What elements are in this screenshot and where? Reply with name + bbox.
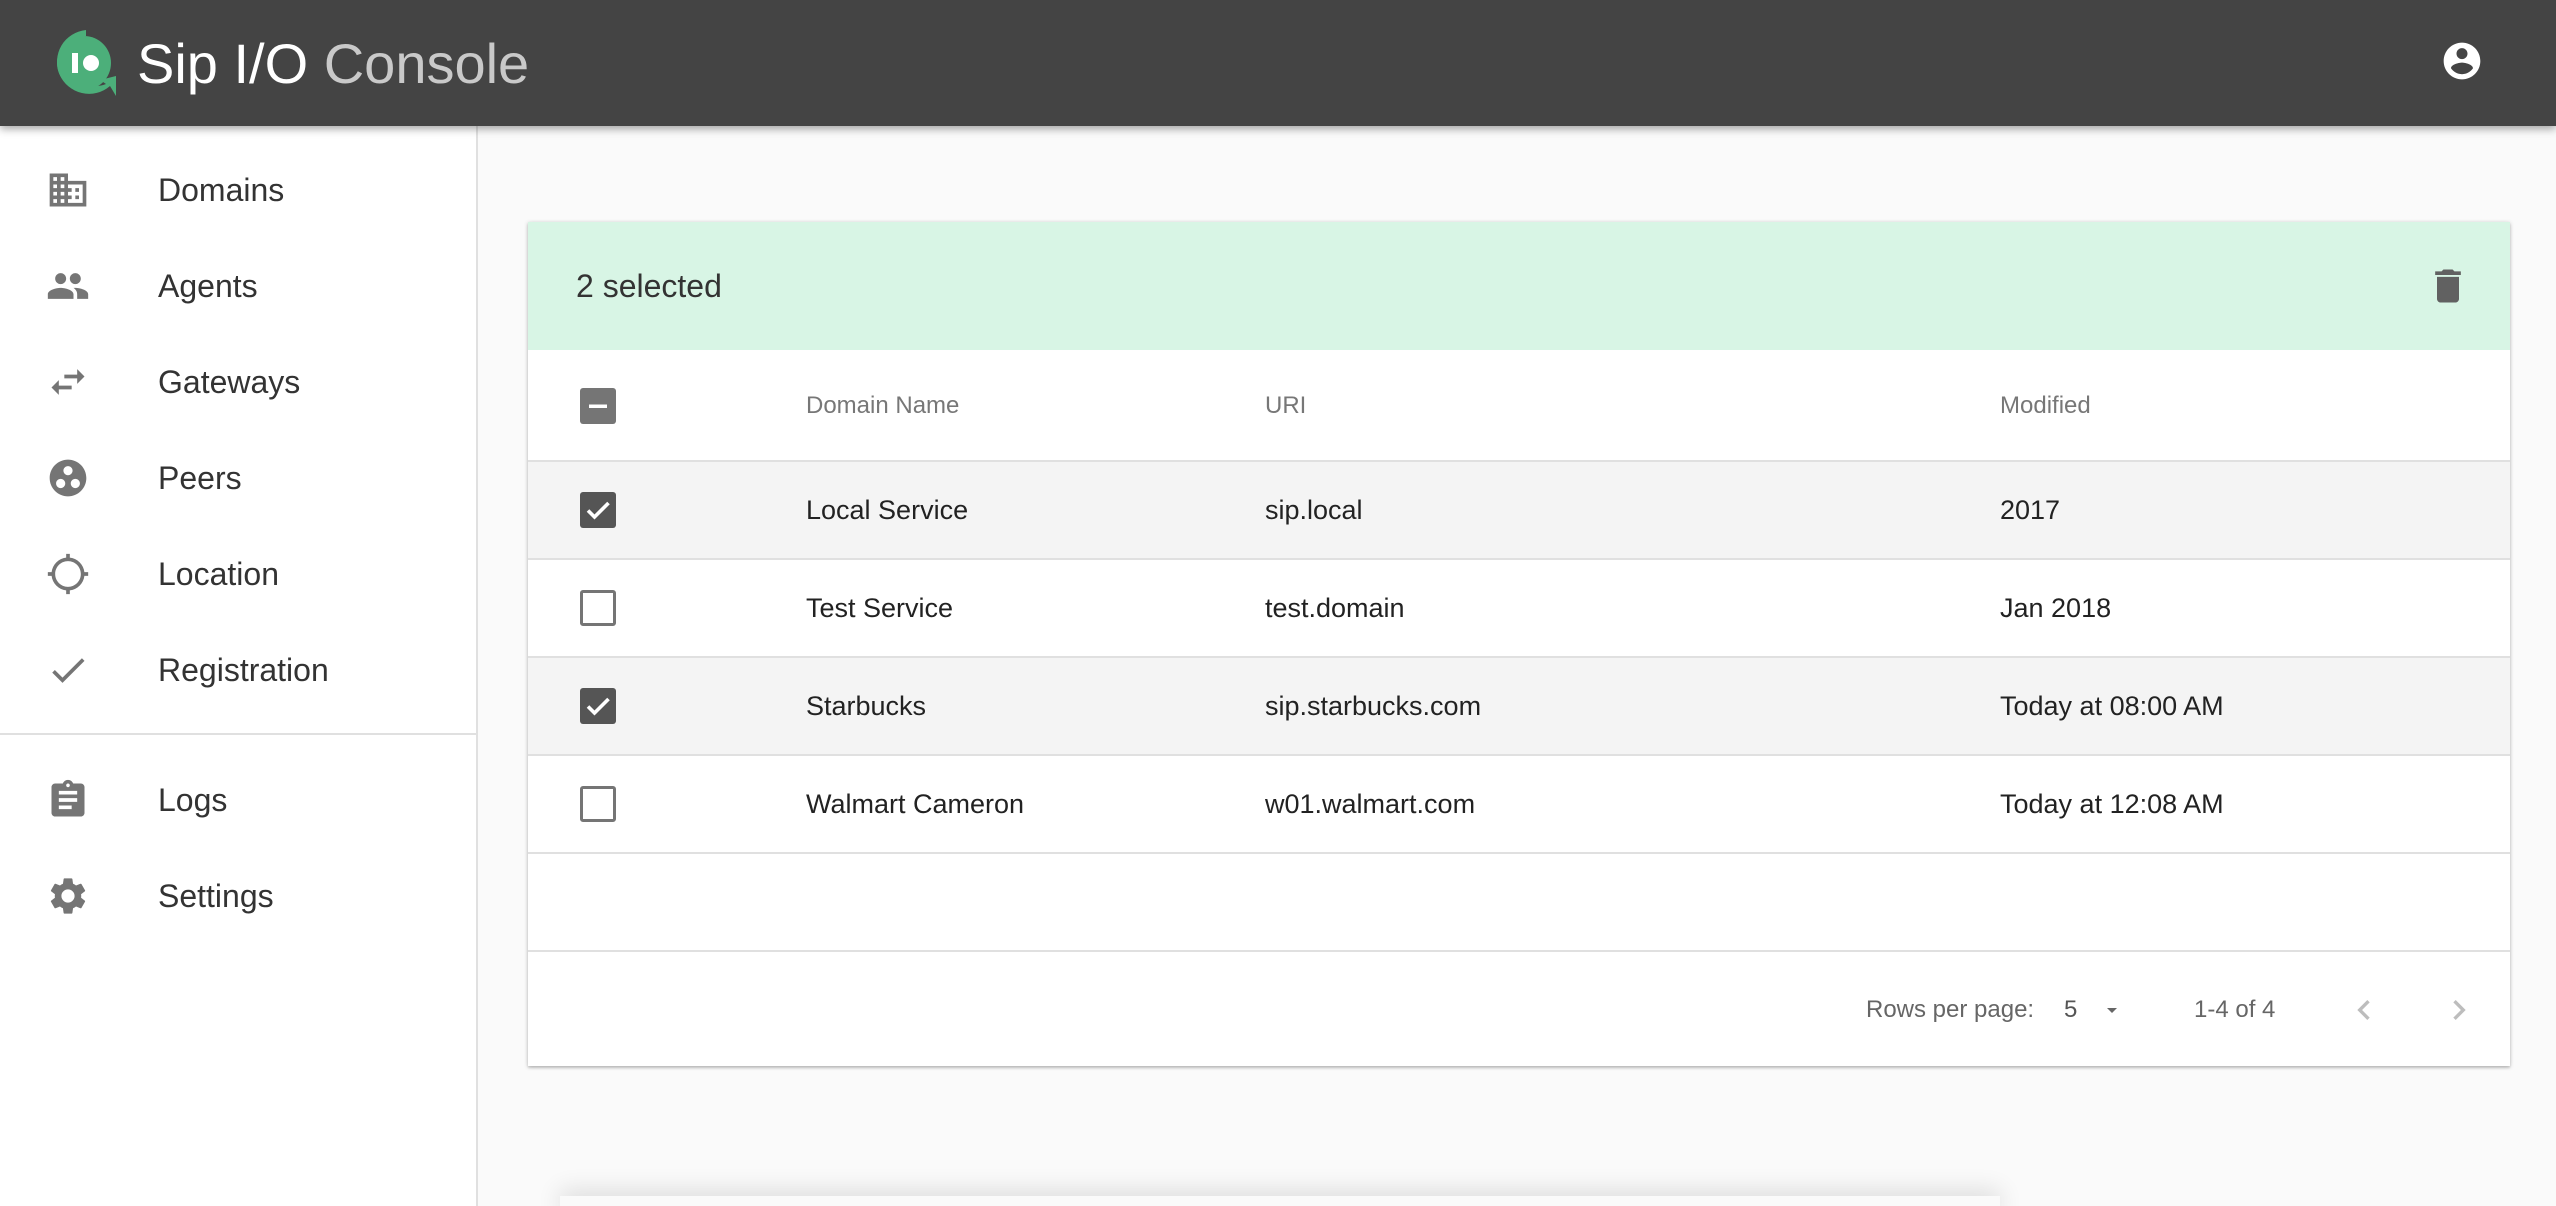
account-circle-icon[interactable] (2440, 39, 2484, 83)
sidebar-item-label: Settings (158, 878, 274, 914)
cell-domain-name: Local Service (806, 495, 969, 525)
trash-icon[interactable] (2426, 264, 2470, 308)
check-icon (52, 658, 85, 683)
domain-building-icon (49, 173, 87, 207)
table-empty-row (528, 854, 2510, 952)
location-crosshair-icon (47, 553, 89, 595)
sidebar-item-registration[interactable]: Registration (0, 622, 476, 718)
sidebar: Domains Agents Gateways Peers Location R… (0, 126, 478, 1206)
sidebar-item-label: Domains (158, 172, 285, 208)
cell-modified: Today at 08:00 AM (2000, 691, 2224, 721)
sidebar-item-domains[interactable]: Domains (0, 142, 476, 238)
row-checkbox[interactable] (580, 688, 616, 724)
app-name-suffix: Console (323, 32, 530, 95)
column-header-domain-name[interactable]: Domain Name (806, 350, 959, 462)
sidebar-item-logs[interactable]: Logs (0, 752, 476, 848)
sipio-logo-icon[interactable] (50, 26, 122, 100)
table-header: Domain Name URI Modified (528, 350, 2510, 462)
chevron-left-icon[interactable] (2344, 990, 2384, 1030)
table-row[interactable]: Walmart Cameron w01.walmart.com Today at… (528, 756, 2510, 854)
dropdown-arrow-icon (2107, 1008, 2117, 1013)
cell-modified: 2017 (2000, 495, 2061, 525)
cell-modified: Today at 12:08 AM (2000, 789, 2224, 819)
sidebar-item-label: Registration (158, 652, 329, 688)
clipboard-icon (51, 779, 85, 817)
row-checkbox[interactable] (580, 590, 616, 626)
minus-icon (589, 404, 607, 408)
rows-per-page-label: Rows per page: (1866, 996, 2035, 1023)
sidebar-item-label: Agents (158, 268, 258, 304)
rows-per-page-value: 5 (2064, 996, 2078, 1023)
sidebar-item-gateways[interactable]: Gateways (0, 334, 476, 430)
table-row[interactable]: Local Service sip.local 2017 (528, 462, 2510, 560)
app-title: Sip I/O Console (137, 32, 529, 96)
check-icon (586, 501, 610, 520)
sidebar-item-agents[interactable]: Agents (0, 238, 476, 334)
cell-domain-name: Starbucks (806, 691, 927, 721)
sidebar-item-label: Gateways (158, 364, 301, 400)
cell-domain-name: Test Service (806, 593, 954, 623)
sidebar-item-label: Peers (158, 460, 242, 496)
sidebar-item-settings[interactable]: Settings (0, 848, 476, 944)
chevron-right-icon[interactable] (2439, 990, 2479, 1030)
column-header-modified[interactable]: Modified (2000, 350, 2091, 462)
selected-count: 2 selected (576, 268, 722, 304)
gear-icon (50, 878, 86, 914)
cell-uri: test.domain (1265, 593, 1405, 623)
sidebar-item-label: Logs (158, 782, 228, 818)
cell-uri: w01.walmart.com (1265, 789, 1476, 819)
row-checkbox[interactable] (580, 492, 616, 528)
cell-modified: Jan 2018 (2000, 593, 2112, 623)
table-row[interactable]: Starbucks sip.starbucks.com Today at 08:… (528, 658, 2510, 756)
check-icon (586, 697, 610, 716)
sidebar-item-location[interactable]: Location (0, 526, 476, 622)
people-icon (47, 273, 89, 299)
domains-table-card: 2 selected Domain Name URI Modified Loca… (528, 222, 2510, 1066)
table-row[interactable]: Test Service test.domain Jan 2018 (528, 560, 2510, 658)
selection-toolbar: 2 selected (528, 222, 2510, 350)
next-card-shadow (560, 1196, 2000, 1206)
app-bar: Sip I/O Console (0, 0, 2556, 126)
cell-domain-name: Walmart Cameron (806, 789, 1025, 819)
sidebar-item-peers[interactable]: Peers (0, 430, 476, 526)
app-name: Sip I/O (137, 32, 309, 95)
row-checkbox[interactable] (580, 786, 616, 822)
pagination-range: 1-4 of 4 (2194, 996, 2276, 1023)
table-pagination: Rows per page: 5 1-4 of 4 (528, 954, 2510, 1066)
cell-uri: sip.starbucks.com (1265, 691, 1482, 721)
sidebar-item-label: Location (158, 556, 279, 592)
column-header-uri[interactable]: URI (1265, 350, 1306, 462)
cell-uri: sip.local (1265, 495, 1363, 525)
sidebar-divider (0, 733, 476, 735)
select-all-checkbox[interactable] (580, 388, 616, 424)
swap-arrows-icon (51, 369, 85, 395)
peers-icon (49, 459, 87, 497)
rows-per-page-select[interactable]: 5 (2064, 990, 2134, 1030)
